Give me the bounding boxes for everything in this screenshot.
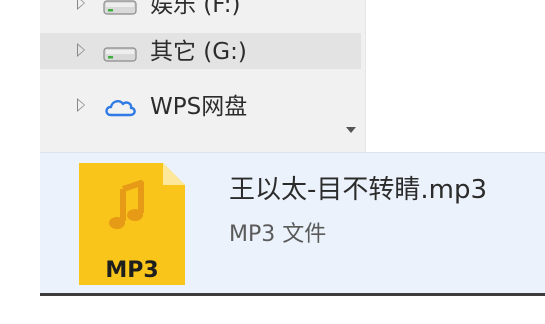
drive-icon xyxy=(103,47,137,62)
nav-item-entertainment-drive[interactable]: 娱乐 (F:) xyxy=(40,0,361,22)
nav-item-label: WPS网盘 xyxy=(150,94,248,120)
nav-item-other-drive[interactable]: 其它 (G:) xyxy=(40,33,361,69)
expand-arrow-icon[interactable] xyxy=(77,0,85,10)
expand-arrow-icon[interactable] xyxy=(77,43,85,57)
drive-icon xyxy=(103,0,137,15)
nav-item-label: 娱乐 (F:) xyxy=(150,0,241,18)
file-name: 王以太-目不转睛.mp3 xyxy=(229,175,488,205)
expand-arrow-icon[interactable] xyxy=(77,98,85,112)
scroll-down-arrow-icon[interactable] xyxy=(346,127,356,133)
mp3-badge: MP3 xyxy=(105,258,159,283)
details-pane-border xyxy=(40,293,545,296)
file-list-area[interactable] xyxy=(366,0,545,152)
nav-item-label: 其它 (G:) xyxy=(150,39,247,65)
left-gutter xyxy=(0,0,40,324)
file-type: MP3 文件 xyxy=(229,222,327,247)
cloud-icon xyxy=(105,99,136,117)
nav-item-wps-cloud[interactable]: WPS网盘 xyxy=(40,88,361,124)
navigation-pane[interactable]: 娱乐 (F:) 其它 (G:) WPS网盘 xyxy=(40,0,365,152)
